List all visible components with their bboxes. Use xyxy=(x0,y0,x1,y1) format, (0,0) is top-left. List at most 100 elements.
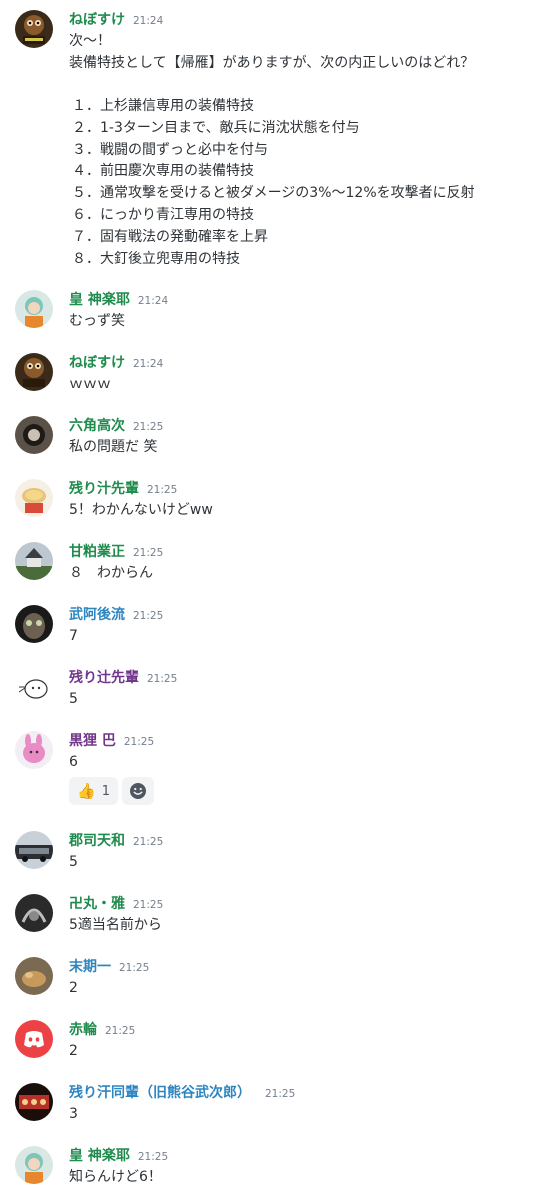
author-name[interactable]: 六角高次 xyxy=(69,418,125,434)
message-content: ｗｗｗ xyxy=(69,373,111,395)
avatar[interactable] xyxy=(15,731,53,769)
message-header: 甘粕業正 21:25 xyxy=(69,540,163,562)
author-name[interactable]: 卍丸・雅 xyxy=(69,896,125,912)
message-header: 赤輪 21:25 xyxy=(69,1018,135,1040)
message-header: 皇 神楽耶 21:24 xyxy=(69,288,168,310)
avatar[interactable] xyxy=(15,353,53,391)
avatar[interactable] xyxy=(15,957,53,995)
timestamp: 21:25 xyxy=(133,421,164,433)
smiley-icon xyxy=(129,783,146,799)
list-item: ３．戦闘の間ずっと必中を付与 xyxy=(72,141,268,158)
list-item: ８．大釘後立兜専用の特技 xyxy=(72,250,240,267)
message-header: 皇 神楽耶 21:25 xyxy=(69,1144,168,1166)
message-content: 7 xyxy=(69,625,78,647)
message-header: 末期一 21:25 xyxy=(69,955,149,977)
timestamp: 21:24 xyxy=(133,358,164,370)
avatar[interactable] xyxy=(15,894,53,932)
message-content: ８ わからん xyxy=(69,562,153,584)
author-name[interactable]: 残り汁先輩 xyxy=(69,481,139,497)
author-name[interactable]: 赤輪 xyxy=(69,1022,97,1038)
answer-list: １．上杉謙信専用の装備特技 ２．1-3ターン目まで、敵兵に消沈状態を付与 ３．戦… xyxy=(72,96,475,270)
reaction-thumbs-up[interactable]: 👍 1 xyxy=(69,777,118,805)
timestamp: 21:25 xyxy=(119,962,150,974)
avatar[interactable] xyxy=(15,1083,53,1121)
add-reaction-button[interactable] xyxy=(121,777,154,805)
message-line: 2 xyxy=(69,980,78,996)
timestamp: 21:25 xyxy=(147,484,178,496)
message-content: 2 xyxy=(69,1040,78,1062)
message-line: 次～！ xyxy=(69,33,111,49)
author-name[interactable]: ねぼすけ xyxy=(69,355,125,371)
message-content: 5 xyxy=(69,688,78,710)
message-header: 残り辻先輩 21:25 xyxy=(69,666,177,688)
message-line: 私の問題だ 笑 xyxy=(69,439,158,455)
avatar[interactable] xyxy=(15,831,53,869)
message-line: 5 xyxy=(69,691,78,707)
message-header: 武阿後流 21:25 xyxy=(69,603,163,625)
message-header: 六角高次 21:25 xyxy=(69,414,163,436)
avatar[interactable] xyxy=(15,668,53,706)
message-line: 3 xyxy=(69,1106,78,1122)
message-line: ８ わからん xyxy=(69,565,153,581)
list-item: ４．前田慶次専用の装備特技 xyxy=(72,163,254,180)
list-item: １．上杉謙信専用の装備特技 xyxy=(72,98,254,114)
message-line: ｗｗｗ xyxy=(69,376,111,392)
message-content: 知らんけど6！ xyxy=(69,1166,162,1188)
message-line: 2 xyxy=(69,1043,78,1059)
avatar[interactable] xyxy=(15,1146,53,1184)
timestamp: 21:25 xyxy=(105,1025,136,1037)
timestamp: 21:25 xyxy=(133,899,164,911)
list-item: ７．固有戦法の発動確率を上昇 xyxy=(72,228,268,245)
avatar[interactable] xyxy=(15,416,53,454)
author-name[interactable]: 残り辻先輩 xyxy=(69,670,139,686)
timestamp: 21:25 xyxy=(137,1151,169,1163)
author-name[interactable]: 甘粕業正 xyxy=(69,544,125,560)
message-header: 残り汁先輩 21:25 xyxy=(69,477,177,499)
message-content: むっず笑 xyxy=(69,310,125,332)
author-name[interactable]: 皇 神楽耶 xyxy=(69,292,130,308)
avatar[interactable] xyxy=(15,290,53,328)
message-line: 7 xyxy=(69,628,78,644)
message-line: 5適当名前から xyxy=(69,917,162,933)
avatar[interactable] xyxy=(15,10,53,48)
reaction-bar: 👍 1 xyxy=(69,777,154,805)
message-line: 5 xyxy=(69,854,78,870)
message-content: 次～！ 装備特技として【帰雁】がありますが、次の内正しいのはどれ？ xyxy=(69,30,474,74)
message-header: ねぼすけ 21:24 xyxy=(69,8,163,30)
timestamp: 21:24 xyxy=(133,15,164,27)
author-name[interactable]: 武阿後流 xyxy=(69,607,125,623)
timestamp: 21:25 xyxy=(265,1088,296,1100)
author-name[interactable]: ねぼすけ xyxy=(69,12,125,28)
timestamp: 21:24 xyxy=(137,295,169,307)
avatar[interactable] xyxy=(15,542,53,580)
message-header: 残り汗同輩（旧熊谷武次郎） 21:25 xyxy=(69,1081,295,1103)
author-name[interactable]: 黒狸 巴 xyxy=(69,733,116,749)
message-content: 3 xyxy=(69,1103,78,1125)
list-item: ５．通常攻撃を受けると被ダメージの3%～12%を攻撃者に反射 xyxy=(72,185,475,202)
author-name[interactable]: 皇 神楽耶 xyxy=(69,1148,130,1164)
message-line: 知らんけど6！ xyxy=(69,1169,162,1185)
author-name[interactable]: 末期一 xyxy=(69,959,111,975)
message-header: ねぼすけ 21:24 xyxy=(69,351,163,373)
message-line: 6 xyxy=(69,754,78,770)
timestamp: 21:25 xyxy=(133,547,164,559)
timestamp: 21:25 xyxy=(123,736,155,748)
timestamp: 21:25 xyxy=(133,836,164,848)
message-header: 卍丸・雅 21:25 xyxy=(69,892,163,914)
message-content: 5適当名前から xyxy=(69,914,162,936)
message-line: むっず笑 xyxy=(69,313,125,329)
thumbs-up-icon: 👍 xyxy=(77,782,96,800)
reaction-count: 1 xyxy=(101,783,110,799)
timestamp: 21:25 xyxy=(133,610,164,622)
message-content: 6 xyxy=(69,751,78,773)
message-content: 私の問題だ 笑 xyxy=(69,436,157,458)
avatar[interactable] xyxy=(15,1020,53,1058)
author-name[interactable]: 残り汗同輩（旧熊谷武次郎） xyxy=(69,1085,251,1101)
list-item: ２．1-3ターン目まで、敵兵に消沈状態を付与 xyxy=(72,119,360,136)
author-name[interactable]: 郡司天和 xyxy=(69,833,125,849)
message-line: 5！わかんないけどww xyxy=(69,502,213,518)
message-line: 装備特技として【帰雁】がありますが、次の内正しいのはどれ？ xyxy=(69,55,475,71)
avatar[interactable] xyxy=(15,479,53,517)
list-item: ６．にっかり青江専用の特技 xyxy=(72,206,254,223)
avatar[interactable] xyxy=(15,605,53,643)
